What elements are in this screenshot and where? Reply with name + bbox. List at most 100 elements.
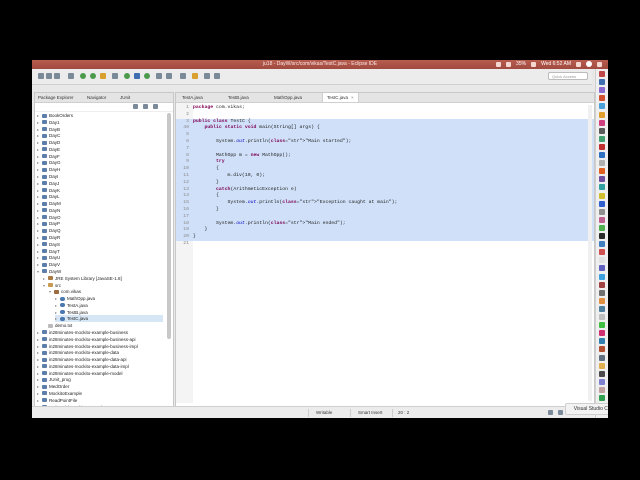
toggle-mark-occurrences-icon[interactable]	[180, 73, 186, 79]
code-line[interactable]: 15 System.out.println(class="str">"Excep…	[176, 200, 594, 207]
view-menu-icon[interactable]	[153, 104, 158, 109]
editor-tab-testa[interactable]: TestA.java	[178, 93, 207, 102]
dock-app-icon[interactable]	[599, 176, 605, 183]
notes-icon[interactable]	[599, 111, 605, 118]
photos-icon[interactable]	[599, 143, 605, 150]
editor-tab-mathopp[interactable]: MathOpp.java	[270, 93, 306, 102]
new-icon[interactable]	[38, 73, 44, 79]
code-line[interactable]: 19 }	[176, 227, 594, 235]
new-java-project-icon[interactable]	[124, 73, 130, 79]
dock-app-icon[interactable]	[599, 265, 605, 272]
code-line[interactable]: 16 }	[176, 207, 594, 214]
maps-icon[interactable]	[599, 135, 605, 142]
code-line[interactable]: 10 {	[176, 166, 594, 173]
dock-app-icon[interactable]	[599, 305, 605, 312]
dock-app-icon[interactable]	[599, 224, 605, 231]
code-line[interactable]: 4⊖ public static void main(String[] args…	[176, 125, 594, 133]
search-icon[interactable]	[166, 73, 172, 79]
dock-app-icon[interactable]	[599, 386, 605, 393]
dock-app-icon[interactable]	[599, 314, 605, 320]
finder-icon[interactable]	[599, 71, 605, 77]
external-tools-icon[interactable]	[112, 73, 118, 79]
code-line[interactable]: 7	[176, 145, 594, 153]
terminal-icon[interactable]	[599, 127, 605, 134]
dock-app-icon[interactable]	[599, 216, 605, 223]
dock-app-icon[interactable]	[599, 192, 605, 199]
safari-icon[interactable]	[599, 79, 605, 86]
code-line[interactable]: 5	[176, 132, 594, 139]
editor-tab-testb[interactable]: TestB.java	[224, 93, 253, 102]
coverage-icon[interactable]	[100, 73, 106, 79]
dock-app-icon[interactable]	[599, 184, 605, 191]
dock-app-icon[interactable]	[599, 289, 605, 296]
dock-app-icon[interactable]	[599, 354, 605, 361]
debug-icon[interactable]	[68, 73, 74, 79]
editor-scrollbar[interactable]	[588, 105, 592, 401]
dock-app-icon[interactable]	[599, 200, 605, 207]
mail-icon[interactable]	[599, 87, 605, 94]
code-line[interactable]: 1 package com.vikas;	[176, 105, 594, 112]
dock-app-icon[interactable]	[599, 233, 605, 239]
dock-app-icon[interactable]	[599, 370, 605, 377]
code-line[interactable]: 9 try	[176, 159, 594, 167]
run-icon[interactable]	[90, 73, 96, 79]
new-package-icon[interactable]	[134, 73, 140, 79]
code-area[interactable]: 1 package com.vikas; 2 3 public class TestC …	[176, 103, 594, 403]
dock-app-icon[interactable]	[599, 208, 605, 215]
heap-status-icon[interactable]	[558, 410, 563, 415]
forward-icon[interactable]	[214, 73, 220, 79]
notification-center-icon[interactable]	[597, 61, 602, 67]
dock-app-icon[interactable]	[599, 322, 605, 329]
music-icon[interactable]	[599, 119, 605, 126]
code-line[interactable]: 20}	[176, 234, 594, 241]
preferences-icon[interactable]	[599, 160, 605, 167]
dock-app-icon[interactable]	[599, 395, 605, 401]
link-with-editor-icon[interactable]	[143, 104, 148, 109]
print-icon[interactable]	[54, 73, 60, 79]
calendar-icon[interactable]	[599, 95, 605, 102]
code-line[interactable]: 18 System.out.println(class="str">"Main …	[176, 220, 594, 228]
next-annotation-icon[interactable]	[192, 73, 198, 79]
dock-app-icon[interactable]	[599, 362, 605, 369]
package-explorer-scrollbar[interactable]	[167, 113, 171, 339]
dock-app-icon[interactable]	[599, 330, 605, 337]
quick-access-input[interactable]: Quick Access	[548, 72, 588, 80]
dock-app-icon[interactable]	[599, 257, 605, 264]
progress-icon[interactable]	[548, 410, 553, 415]
new-class-icon[interactable]	[144, 73, 150, 79]
dock-app-icon[interactable]	[599, 346, 605, 353]
code-line[interactable]: 11 m.div(10, 0);	[176, 173, 594, 180]
skip-breakpoints-icon[interactable]	[80, 73, 86, 79]
dock-app-icon[interactable]	[599, 241, 605, 248]
code-line[interactable]: 17	[176, 213, 594, 221]
dock-app-icon[interactable]	[599, 249, 605, 256]
back-icon[interactable]	[204, 73, 210, 79]
code-line[interactable]: 8 MathOpp m = new MathOpp();	[176, 152, 594, 160]
editor-tab-testc[interactable]: TestC.java ×	[322, 93, 359, 102]
dock-app-icon[interactable]	[599, 273, 605, 280]
wifi-icon[interactable]	[506, 61, 512, 67]
dock-app-icon[interactable]	[599, 338, 605, 345]
tab-package-explorer[interactable]: Package Explorer	[38, 95, 74, 100]
collapse-all-icon[interactable]	[133, 104, 138, 109]
dock-app-icon[interactable]	[599, 297, 605, 304]
dropbox-icon[interactable]	[496, 61, 502, 67]
dock-app-icon[interactable]	[599, 281, 605, 288]
code-line[interactable]: 21	[176, 241, 594, 248]
user-avatar[interactable]	[586, 61, 592, 67]
code-line[interactable]: 2	[176, 112, 594, 119]
spotlight-icon[interactable]	[576, 61, 581, 67]
save-icon[interactable]	[46, 73, 52, 79]
open-type-icon[interactable]	[156, 73, 162, 79]
dock-app-icon[interactable]	[599, 378, 605, 385]
close-icon[interactable]: ×	[351, 95, 354, 100]
battery-icon[interactable]	[531, 61, 537, 67]
code-line[interactable]: 13 catch(ArithmeticException e)	[176, 186, 594, 194]
app-store-icon[interactable]	[599, 152, 605, 158]
tab-junit[interactable]: JUnit	[120, 95, 130, 100]
tab-navigator[interactable]: Navigator	[87, 95, 106, 100]
dock-app-icon[interactable]	[599, 168, 605, 175]
code-line[interactable]: 12 }	[176, 179, 594, 187]
messages-icon[interactable]	[599, 103, 605, 110]
code-line[interactable]: 6 System.out.println(class="str">"Main s…	[176, 139, 594, 146]
